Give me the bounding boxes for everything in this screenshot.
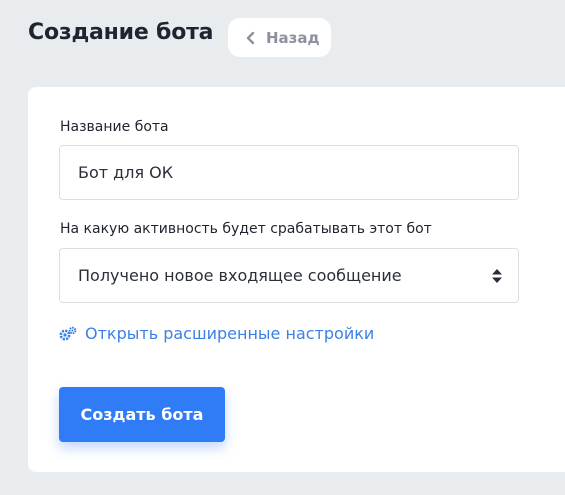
- back-button[interactable]: Назад: [228, 18, 331, 57]
- create-bot-button[interactable]: Создать бота: [59, 387, 225, 442]
- bot-name-value: Бот для ОК: [78, 163, 174, 182]
- gears-icon: [59, 326, 77, 340]
- trigger-select[interactable]: Получено новое входящее сообщение: [59, 248, 519, 303]
- sort-arrows-icon: [492, 268, 502, 283]
- chevron-left-icon: [246, 31, 255, 44]
- trigger-select-value: Получено новое входящее сообщение: [78, 266, 402, 285]
- trigger-label: На какую активность будет срабатывать эт…: [60, 221, 432, 237]
- bot-name-input[interactable]: Бот для ОК: [59, 145, 519, 200]
- page-title: Создание бота: [28, 20, 214, 45]
- bot-name-label: Название бота: [60, 119, 169, 135]
- back-button-label: Назад: [266, 28, 320, 47]
- advanced-settings-label: Открыть расширенные настройки: [85, 324, 375, 343]
- bot-form-card: Название бота Бот для ОК На какую активн…: [28, 87, 565, 472]
- advanced-settings-link[interactable]: Открыть расширенные настройки: [59, 324, 374, 343]
